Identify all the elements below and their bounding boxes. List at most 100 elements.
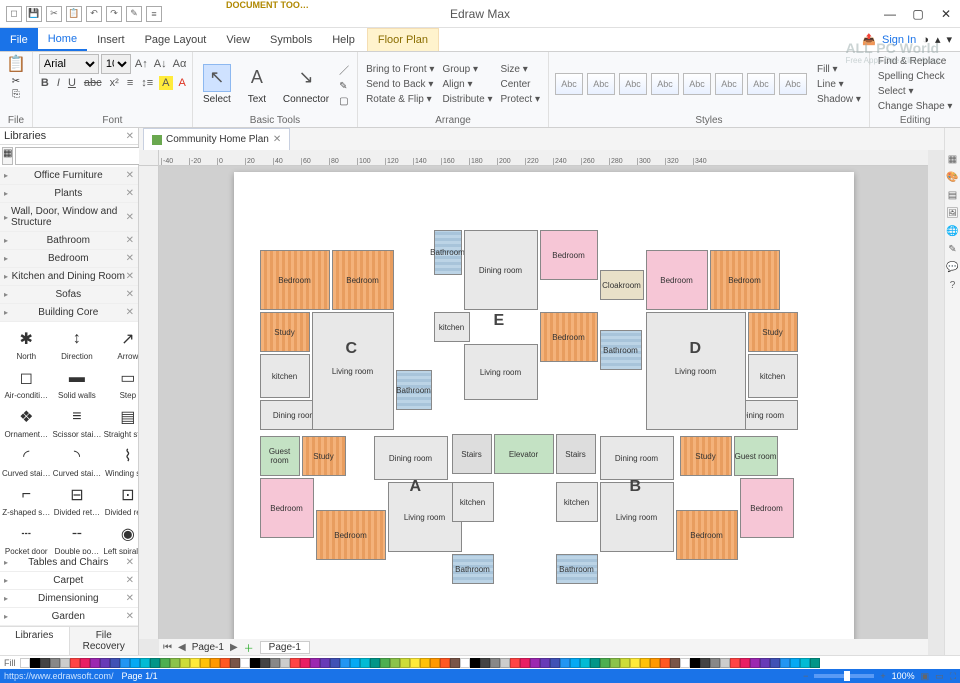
color-swatch[interactable] [230, 658, 240, 668]
shape-item[interactable]: ▭Step [103, 365, 138, 402]
bullets-icon[interactable]: ≡ [125, 76, 135, 90]
color-swatch[interactable] [150, 658, 160, 668]
lib-tab-file-recovery[interactable]: File Recovery [70, 627, 139, 655]
qa-more-icon[interactable]: ≡ [146, 6, 162, 22]
color-swatch[interactable] [530, 658, 540, 668]
lib-category[interactable]: Sofas✕ [0, 286, 138, 304]
color-swatch[interactable] [210, 658, 220, 668]
font-size-select[interactable]: 10 [101, 54, 131, 74]
color-swatch[interactable] [60, 658, 70, 668]
color-swatch[interactable] [180, 658, 190, 668]
lib-cat-close-icon[interactable]: ✕ [126, 170, 134, 181]
comment-icon[interactable]: 💬 [946, 260, 960, 274]
next-page-icon[interactable]: ▶ [230, 642, 238, 653]
menu-tab-symbols[interactable]: Symbols [260, 28, 322, 51]
document-tab[interactable]: Community Home Plan ✕ [143, 128, 290, 150]
color-swatch[interactable] [660, 658, 670, 668]
lib-category[interactable]: Dimensioning✕ [0, 590, 138, 608]
zoom-in-icon[interactable]: + [880, 671, 885, 681]
style-swatch[interactable]: Abc [715, 73, 743, 95]
style-swatch[interactable]: Abc [779, 73, 807, 95]
layer-icon[interactable]: ▤ [946, 188, 960, 202]
color-swatch[interactable] [800, 658, 810, 668]
color-swatch[interactable] [310, 658, 320, 668]
shape-item[interactable]: ◉Left spiral s… [103, 521, 138, 554]
bold-button[interactable]: B [39, 76, 51, 90]
color-swatch[interactable] [510, 658, 520, 668]
color-swatch[interactable] [560, 658, 570, 668]
color-swatch[interactable] [330, 658, 340, 668]
text-tool[interactable]: AText [239, 60, 275, 109]
color-swatch[interactable] [350, 658, 360, 668]
color-swatch[interactable] [290, 658, 300, 668]
italic-button[interactable]: I [55, 76, 62, 90]
lib-category[interactable]: Garden✕ [0, 608, 138, 626]
shape-item[interactable]: ⊟Divided ret… [52, 482, 101, 519]
color-swatch[interactable] [90, 658, 100, 668]
shadow-button[interactable]: Shadow ▾ [815, 93, 863, 106]
font-shrink-icon[interactable]: A↓ [152, 54, 169, 74]
ribbon-options-icon[interactable]: ▾ [946, 33, 952, 46]
color-swatch[interactable] [540, 658, 550, 668]
color-swatch[interactable] [140, 658, 150, 668]
connector-tool[interactable]: ↘Connector [279, 60, 333, 109]
color-swatch[interactable] [240, 658, 250, 668]
shape-item[interactable]: ┄Pocket door [2, 521, 50, 554]
pencil-tool-icon[interactable]: ✎ [337, 80, 351, 93]
menu-tab-insert[interactable]: Insert [87, 28, 135, 51]
lib-category[interactable]: Office Furniture✕ [0, 167, 138, 185]
qa-paint-icon[interactable]: ✎ [126, 6, 142, 22]
format-icon[interactable]: ▦ [946, 152, 960, 166]
qa-copy-icon[interactable]: 📋 [66, 6, 82, 22]
lib-cat-close-icon[interactable]: ✕ [126, 611, 134, 622]
shape-item[interactable]: ◜Curved stai… [2, 443, 50, 480]
zoom-slider[interactable] [814, 674, 874, 678]
color-swatch[interactable] [610, 658, 620, 668]
color-swatch[interactable] [640, 658, 650, 668]
menu-tab-help[interactable]: Help [322, 28, 365, 51]
canvas-viewport[interactable]: Bedroom Bedroom Study kitchen Dining roo… [159, 166, 928, 639]
edit-icon[interactable]: ✎ [946, 242, 960, 256]
color-swatch[interactable] [590, 658, 600, 668]
color-swatch[interactable] [320, 658, 330, 668]
lib-cat-close-icon[interactable]: ✕ [126, 253, 134, 264]
shape-item[interactable]: ⊡Divided ret… [103, 482, 138, 519]
lib-category[interactable]: Plants✕ [0, 185, 138, 203]
lib-category[interactable]: Tables and Chairs✕ [0, 554, 138, 572]
window-minimize-icon[interactable]: — [876, 2, 904, 26]
color-swatch[interactable] [30, 658, 40, 668]
zoom-out-icon[interactable]: − [803, 671, 808, 681]
color-swatch[interactable] [390, 658, 400, 668]
qa-save-icon[interactable]: 💾 [26, 6, 42, 22]
color-swatch[interactable] [40, 658, 50, 668]
color-swatch[interactable] [220, 658, 230, 668]
shape-item[interactable]: ▤Straight sta… [103, 404, 138, 441]
color-swatch[interactable] [550, 658, 560, 668]
text-highlight-icon[interactable]: A [159, 76, 172, 90]
window-close-icon[interactable]: ✕ [932, 2, 960, 26]
color-swatch[interactable] [780, 658, 790, 668]
lib-cat-close-icon[interactable]: ✕ [126, 212, 134, 223]
color-swatch[interactable] [460, 658, 470, 668]
center-button[interactable]: Center [499, 78, 542, 91]
change-shape-button[interactable]: Change Shape ▾ [876, 100, 955, 113]
color-swatch[interactable] [580, 658, 590, 668]
style-swatch[interactable]: Abc [683, 73, 711, 95]
style-swatch[interactable]: Abc [555, 73, 583, 95]
bring-front-button[interactable]: Bring to Front ▾ [364, 63, 436, 76]
font-color-icon[interactable]: A [177, 76, 188, 90]
distribute-button[interactable]: Distribute ▾ [440, 93, 494, 106]
select-all-button[interactable]: Select ▾ [876, 85, 955, 98]
lib-cat-close-icon[interactable]: ✕ [126, 593, 134, 604]
color-swatch[interactable] [440, 658, 450, 668]
color-swatch[interactable] [470, 658, 480, 668]
fill-button[interactable]: Fill ▾ [815, 63, 863, 76]
drawing-page[interactable]: Bedroom Bedroom Study kitchen Dining roo… [234, 172, 854, 639]
image-icon[interactable]: 🖼 [946, 206, 960, 220]
font-name-select[interactable]: Arial [39, 54, 99, 74]
share-icon[interactable]: 📤 [862, 33, 876, 46]
qa-undo-icon[interactable]: ↶ [86, 6, 102, 22]
color-swatch[interactable] [170, 658, 180, 668]
paste-icon[interactable]: 📋 [6, 54, 26, 74]
fit-width-icon[interactable]: ▭ [935, 671, 944, 682]
